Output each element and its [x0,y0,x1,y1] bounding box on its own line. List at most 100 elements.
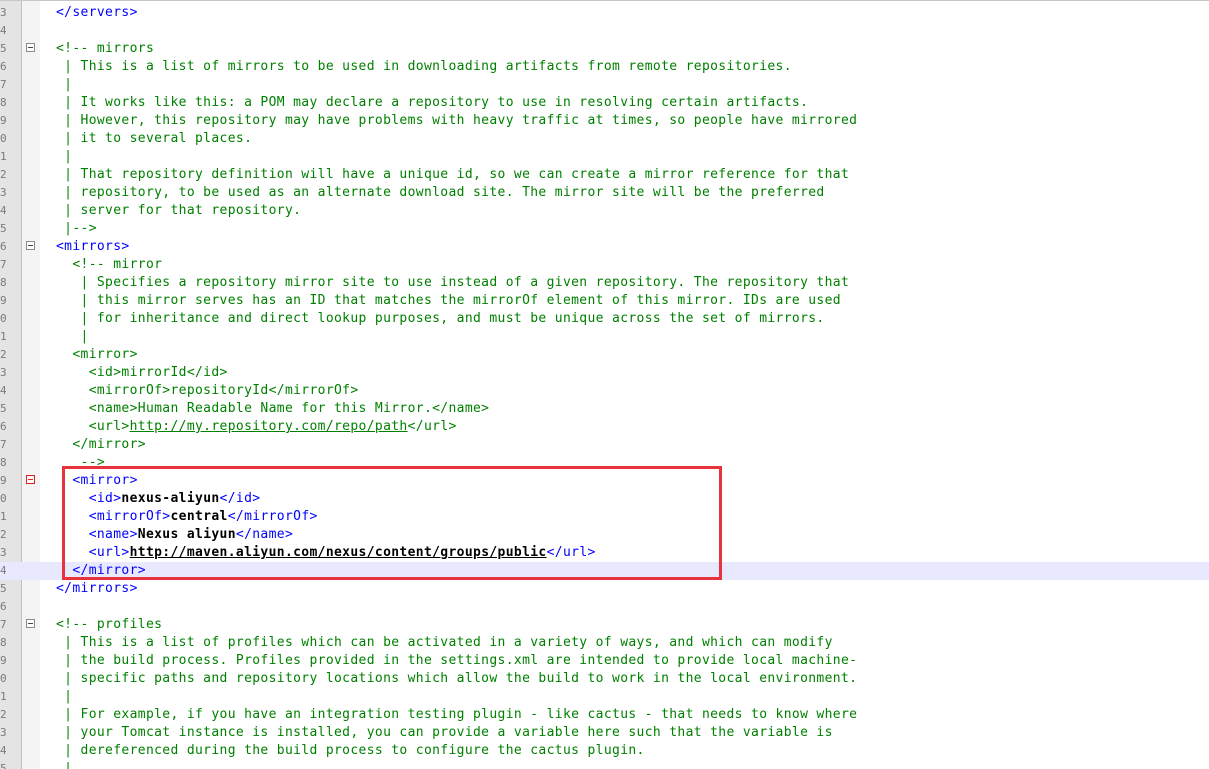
code-line[interactable]: 5 <!-- mirrors [0,40,1209,58]
code-text: <id>nexus-aliyun</id> [56,490,260,508]
code-text: <mirror> [56,472,138,490]
code-token: </name> [235,527,294,542]
line-number: 3 [0,544,6,562]
code-line[interactable]: 3 <url>http://maven.aliyun.com/nexus/con… [0,544,1209,562]
code-token: <mirrorOf> [56,509,171,524]
code-line[interactable]: 9 <mirror> [0,472,1209,490]
line-number: 0 [0,490,6,508]
line-number: 6 [0,598,6,616]
fold-collapse-icon[interactable] [26,43,35,52]
line-number: 2 [0,706,6,724]
code-editor[interactable]: 3</servers>45<!-- mirrors6 | This is a l… [0,0,1209,769]
code-line[interactable]: 6 <url>http://my.repository.com/repo/pat… [0,418,1209,436]
line-number: 8 [0,454,6,472]
code-text: | For example, if you have an integratio… [56,706,857,724]
code-text: | server for that repository. [56,202,301,220]
code-line[interactable]: 0 | specific paths and repository locati… [0,670,1209,688]
code-line[interactable]: 5 </mirrors> [0,580,1209,598]
code-token: | Specifies a repository mirror site to … [56,275,850,290]
code-line[interactable]: 1 | [0,148,1209,166]
code-text: | this mirror serves has an ID that matc… [56,292,841,310]
line-number: 9 [0,652,6,670]
code-text: | Specifies a repository mirror site to … [56,274,849,292]
code-line[interactable]: 2 | For example, if you have an integrat… [0,706,1209,724]
line-number: 5 [0,220,6,238]
code-line[interactable]: 8 | Specifies a repository mirror site t… [0,274,1209,292]
line-number: 3 [0,364,6,382]
code-line[interactable]: 7 | [0,76,1209,94]
code-line[interactable]: 1 | [0,688,1209,706]
code-token: </id> [219,491,261,506]
code-text: <!-- profiles [56,616,162,634]
code-line[interactable]: 9 | this mirror serves has an ID that ma… [0,292,1209,310]
code-token: | [56,689,73,704]
code-token: <id> [56,491,122,506]
code-line[interactable]: 7 </mirror> [0,436,1209,454]
code-line[interactable]: 7 <!-- profiles [0,616,1209,634]
code-token: <mirrorOf>repositoryId</mirrorOf> [56,383,359,398]
code-line[interactable]: 1 | [0,328,1209,346]
code-line[interactable]: 1 <mirrorOf>central</mirrorOf> [0,508,1209,526]
code-line[interactable]: 9 | However, this repository may have pr… [0,112,1209,130]
code-line[interactable]: 8 | This is a list of profiles which can… [0,634,1209,652]
code-token: Nexus aliyun [137,527,236,542]
code-line[interactable]: 2 | That repository definition will have… [0,166,1209,184]
code-text: <url>http://maven.aliyun.com/nexus/conte… [56,544,596,562]
code-line[interactable]: 5 | [0,760,1209,769]
code-token: | For example, if you have an integratio… [56,707,858,722]
code-token: | this mirror serves has an ID that matc… [56,293,841,308]
code-line[interactable]: 3 | repository, to be used as an alterna… [0,184,1209,202]
code-text: </mirror> [56,562,146,580]
code-token: | However, this repository may have prob… [56,113,858,128]
code-text: | It works like this: a POM may declare … [56,94,808,112]
code-line[interactable]: 8 --> [0,454,1209,472]
code-token: <url> [56,419,130,434]
line-number: 5 [0,760,6,769]
code-text: <!-- mirror [56,256,162,274]
code-line[interactable]: 4 </mirror> [0,562,1209,580]
code-token: <mirror> [56,347,138,362]
code-lines[interactable]: 3</servers>45<!-- mirrors6 | This is a l… [0,4,1209,769]
code-token: <mirrors> [56,239,130,254]
code-line[interactable]: 0 | it to several places. [0,130,1209,148]
line-number: 4 [0,742,6,760]
code-token: nexus-aliyun [121,491,220,506]
code-text: | the build process. Profiles provided i… [56,652,857,670]
code-line[interactable]: 7 <!-- mirror [0,256,1209,274]
code-token: <id>mirrorId</id> [56,365,228,380]
code-line[interactable]: 4 | dereferenced during the build proces… [0,742,1209,760]
code-token: <name> [56,527,138,542]
code-line[interactable]: 3 <id>mirrorId</id> [0,364,1209,382]
code-line[interactable]: 6 [0,598,1209,616]
code-text: <id>mirrorId</id> [56,364,228,382]
code-line[interactable]: 4 [0,22,1209,40]
code-text: | [56,76,72,94]
code-line[interactable]: 3 </servers> [0,4,1209,22]
code-line[interactable]: 6 <mirrors> [0,238,1209,256]
line-number: 8 [0,94,6,112]
code-line[interactable]: 4 <mirrorOf>repositoryId</mirrorOf> [0,382,1209,400]
code-token: http://maven.aliyun.com/nexus/content/gr… [129,545,547,560]
code-line[interactable]: 6 | This is a list of mirrors to be used… [0,58,1209,76]
code-text: | This is a list of profiles which can b… [56,634,833,652]
code-token: </mirrorOf> [227,509,318,524]
code-line[interactable]: 9 | the build process. Profiles provided… [0,652,1209,670]
code-line[interactable]: 4 | server for that repository. [0,202,1209,220]
code-line[interactable]: 3 | your Tomcat instance is installed, y… [0,724,1209,742]
code-text: <name>Nexus aliyun</name> [56,526,293,544]
code-token: | your Tomcat instance is installed, you… [56,725,833,740]
line-number: 6 [0,58,6,76]
code-line[interactable]: 2 <mirror> [0,346,1209,364]
line-number: 5 [0,580,6,598]
fold-collapse-icon[interactable] [26,241,35,250]
code-line[interactable]: 0 | for inheritance and direct lookup pu… [0,310,1209,328]
code-line[interactable]: 8 | It works like this: a POM may declar… [0,94,1209,112]
fold-collapse-icon[interactable] [26,475,35,484]
code-line[interactable]: 5 |--> [0,220,1209,238]
code-line[interactable]: 0 <id>nexus-aliyun</id> [0,490,1209,508]
code-text: </mirrors> [56,580,138,598]
code-line[interactable]: 5 <name>Human Readable Name for this Mir… [0,400,1209,418]
fold-collapse-icon[interactable] [26,619,35,628]
code-line[interactable]: 2 <name>Nexus aliyun</name> [0,526,1209,544]
code-token: </servers> [56,5,138,20]
